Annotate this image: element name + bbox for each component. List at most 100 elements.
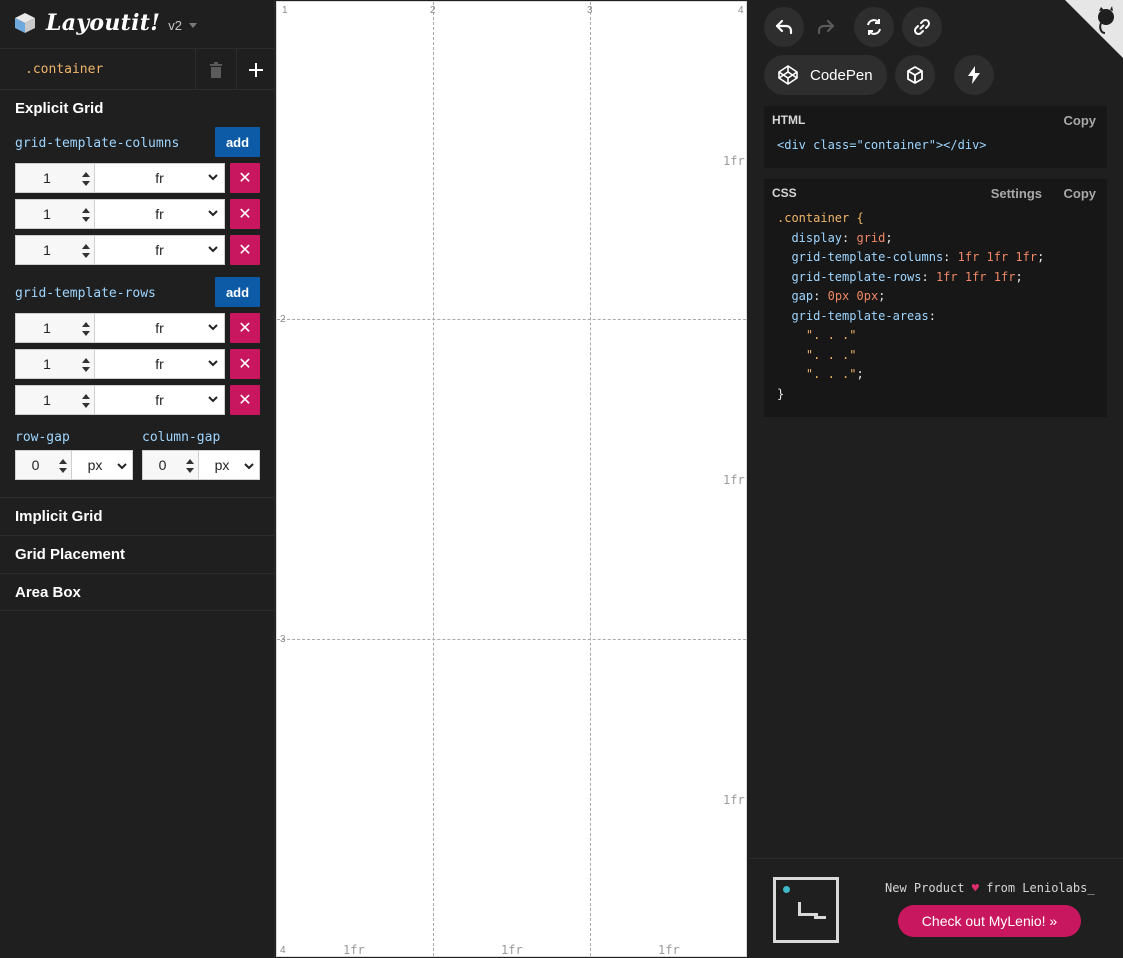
column-unit-select[interactable]: fr xyxy=(95,235,225,265)
column-unit-select[interactable]: fr xyxy=(95,163,225,193)
codepen-icon xyxy=(778,65,798,85)
spinner-icon[interactable] xyxy=(82,244,90,258)
app-version: v2 xyxy=(168,17,182,33)
column-size-input[interactable]: 1 xyxy=(15,199,95,229)
delete-row-button[interactable]: ✕ xyxy=(230,385,260,415)
column-line xyxy=(590,2,591,956)
chevron-down-icon xyxy=(208,246,218,253)
column-size-label: 1fr xyxy=(343,943,365,957)
lightning-icon xyxy=(968,66,980,84)
row-line xyxy=(277,639,746,640)
column-gap-input[interactable]: 0 xyxy=(142,450,199,480)
spinner-icon[interactable] xyxy=(186,459,194,473)
chevron-down-icon xyxy=(117,463,127,470)
delete-column-button[interactable]: ✕ xyxy=(230,235,260,265)
promo-text: New Product ♥ from Leniolabs_ xyxy=(885,881,1095,895)
row-gap-unit-select[interactable]: px xyxy=(72,450,133,480)
css-title: CSS xyxy=(772,186,797,200)
chevron-down-icon[interactable] xyxy=(188,22,197,28)
column-size-label: 1fr xyxy=(501,943,523,957)
undo-button[interactable] xyxy=(764,7,804,47)
column-size-input[interactable]: 1 xyxy=(15,163,95,193)
column-line-number: 1 xyxy=(282,5,288,16)
column-track-row: 1 fr ✕ xyxy=(15,235,260,265)
delete-column-button[interactable]: ✕ xyxy=(230,163,260,193)
delete-row-button[interactable]: ✕ xyxy=(230,349,260,379)
stackblitz-button[interactable] xyxy=(954,55,994,95)
delete-selector-button[interactable] xyxy=(195,49,236,90)
column-track-row: 1 fr ✕ xyxy=(15,199,260,229)
column-line-number: 2 xyxy=(430,5,436,16)
row-line-number: 2 xyxy=(280,314,286,325)
add-column-button[interactable]: add xyxy=(215,127,260,157)
undo-icon xyxy=(775,19,793,35)
copy-css-button[interactable]: Copy xyxy=(1064,186,1097,201)
copy-html-button[interactable]: Copy xyxy=(1064,113,1097,128)
html-title: HTML xyxy=(772,113,806,127)
section-area-box[interactable]: Area Box xyxy=(0,573,275,611)
css-code-box: CSS Settings Copy .container { display: … xyxy=(764,179,1107,417)
spinner-icon[interactable] xyxy=(59,459,67,473)
row-track-row: 1 fr ✕ xyxy=(15,313,260,343)
codesandbox-icon xyxy=(907,66,923,84)
section-grid-placement[interactable]: Grid Placement xyxy=(0,535,275,573)
row-size-input[interactable]: 1 xyxy=(15,385,95,415)
column-line-number: 3 xyxy=(587,5,593,16)
column-size-input[interactable]: 1 xyxy=(15,235,95,265)
chevron-down-icon xyxy=(208,174,218,181)
html-code-box: HTML Copy <div class="container"></div> xyxy=(764,106,1107,168)
delete-row-button[interactable]: ✕ xyxy=(230,313,260,343)
column-unit-select[interactable]: fr xyxy=(95,199,225,229)
row-size-input[interactable]: 1 xyxy=(15,313,95,343)
section-explicit-grid[interactable]: Explicit Grid xyxy=(15,100,103,117)
sidebar: Layoutit! v2 .container Explicit Grid gr… xyxy=(0,0,275,958)
brand[interactable]: Layoutit! v2 xyxy=(14,8,197,38)
row-unit-select[interactable]: fr xyxy=(95,313,225,343)
selector-name[interactable]: .container xyxy=(25,62,103,77)
trash-icon xyxy=(210,61,222,78)
row-size-label: 1fr xyxy=(723,154,745,168)
section-implicit-grid[interactable]: Implicit Grid xyxy=(0,497,275,535)
row-track-row: 1 fr ✕ xyxy=(15,349,260,379)
heart-icon: ♥ xyxy=(971,881,979,895)
codepen-label: CodePen xyxy=(810,66,873,84)
row-unit-select[interactable]: fr xyxy=(95,385,225,415)
row-size-label: 1fr xyxy=(723,473,745,487)
column-line-number: 4 xyxy=(738,5,744,16)
spinner-icon[interactable] xyxy=(82,358,90,372)
row-line xyxy=(277,319,746,320)
codesandbox-button[interactable] xyxy=(895,55,935,95)
column-gap-unit-select[interactable]: px xyxy=(199,450,260,480)
code-panel: CodePen HTML Copy <div class="container"… xyxy=(749,0,1123,958)
mylenio-logo-icon xyxy=(773,877,839,943)
grid-canvas[interactable]: 1 2 3 4 2 3 4 1fr 1fr 1fr 1fr 1fr 1fr xyxy=(276,1,747,957)
column-gap-label: column-gap xyxy=(142,430,221,445)
row-unit-select[interactable]: fr xyxy=(95,349,225,379)
row-line-number: 3 xyxy=(280,634,286,645)
rows-label: grid-template-rows xyxy=(15,286,156,301)
codepen-button[interactable]: CodePen xyxy=(764,55,887,95)
check-out-mylenio-button[interactable]: Check out MyLenio! » xyxy=(898,905,1081,937)
spinner-icon[interactable] xyxy=(82,172,90,186)
share-link-button[interactable] xyxy=(902,7,942,47)
add-selector-button[interactable] xyxy=(236,49,275,90)
spinner-icon[interactable] xyxy=(82,394,90,408)
spinner-icon[interactable] xyxy=(82,208,90,222)
spinner-icon[interactable] xyxy=(82,322,90,336)
css-settings-button[interactable]: Settings xyxy=(991,186,1042,201)
chevron-down-icon xyxy=(208,210,218,217)
github-corner-icon[interactable] xyxy=(1065,0,1123,58)
reset-button[interactable] xyxy=(854,7,894,47)
app-name: Layoutit! xyxy=(46,10,161,36)
row-size-input[interactable]: 1 xyxy=(15,349,95,379)
row-gap-label: row-gap xyxy=(15,430,70,445)
chevron-down-icon xyxy=(244,463,254,470)
redo-button[interactable] xyxy=(806,7,846,47)
add-row-button[interactable]: add xyxy=(215,277,260,307)
column-track-row: 1 fr ✕ xyxy=(15,163,260,193)
delete-column-button[interactable]: ✕ xyxy=(230,199,260,229)
columns-label: grid-template-columns xyxy=(15,136,180,151)
row-gap-input[interactable]: 0 xyxy=(15,450,72,480)
promo-banner: New Product ♥ from Leniolabs_ Check out … xyxy=(749,858,1123,958)
row-track-row: 1 fr ✕ xyxy=(15,385,260,415)
